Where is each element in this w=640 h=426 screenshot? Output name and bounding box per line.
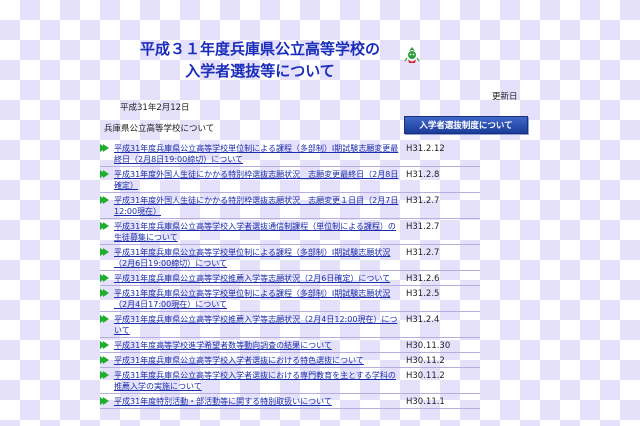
- hyogo-mascot-icon: [404, 47, 420, 63]
- news-date: H30.11.30: [406, 341, 451, 351]
- list-item: 平成31年度兵庫県公立高等学校入学者選抜における専門教育を主とする学科の推薦入学…: [100, 368, 480, 394]
- page: 平成３１年度兵庫県公立高等学校の 入学者選抜等について 更新日 平成31年2月1…: [0, 0, 640, 426]
- news-date: H31.2.7: [406, 248, 440, 258]
- double-arrow-icon: [100, 289, 109, 297]
- double-arrow-icon: [100, 274, 109, 282]
- list-item: 平成31年度特別活動・部活動等に関する特別取扱いについて H30.11.1: [100, 394, 480, 409]
- double-arrow-icon: [100, 356, 109, 364]
- news-date: H31.2.4: [406, 315, 440, 325]
- section-title: 兵庫県公立高等学校について: [104, 124, 215, 134]
- news-link[interactable]: 平成31年度兵庫県公立高等学校入学者選抜における特色選抜について: [114, 355, 400, 366]
- double-arrow-icon: [100, 222, 109, 230]
- news-link[interactable]: 平成31年度兵庫県公立高等学校単位制による課程（多部制）Ⅰ期試験志願状況（2月4…: [114, 288, 400, 310]
- news-date: H31.2.8: [406, 170, 440, 180]
- list-item: 平成31年度兵庫県公立高等学校単位制による課程（多部制）Ⅰ期試験志願状況（2月6…: [100, 245, 480, 271]
- news-link[interactable]: 平成31年度兵庫県公立高等学校入学者選抜における専門教育を主とする学科の推薦入学…: [114, 370, 400, 392]
- double-arrow-icon: [100, 397, 109, 405]
- publish-date: 平成31年2月12日: [120, 103, 190, 113]
- double-arrow-icon: [100, 341, 109, 349]
- news-date: H31.2.7: [406, 222, 440, 232]
- double-arrow-icon: [100, 144, 109, 152]
- list-item: 平成31年度兵庫県公立高等学校入学者選抜における特色選抜について H30.11.2: [100, 353, 480, 368]
- news-date: H31.2.12: [406, 144, 445, 154]
- news-link[interactable]: 平成31年度兵庫県公立高等学校推薦入学等志願状況（2月6日確定）について: [114, 273, 400, 284]
- news-list: 平成31年度兵庫県公立高等学校単位制による課程（多部制）Ⅰ期試験志願変更最終日（…: [100, 141, 480, 409]
- news-link[interactable]: 平成31年度兵庫県公立高等学校単位制による課程（多部制）Ⅰ期試験志願状況（2月6…: [114, 247, 400, 269]
- news-date: H30.11.2: [406, 356, 445, 366]
- list-item: 平成31年度兵庫県公立高等学校単位制による課程（多部制）Ⅰ期試験志願状況（2月4…: [100, 286, 480, 312]
- news-link[interactable]: 平成31年度外国人生徒にかかる特別枠選抜志願状況 志願変更１日目（2月7日12:…: [114, 195, 400, 217]
- news-date: H30.11.2: [406, 371, 445, 381]
- double-arrow-icon: [100, 371, 109, 379]
- double-arrow-icon: [100, 315, 109, 323]
- news-date: H31.2.5: [406, 289, 440, 299]
- list-item: 平成31年度兵庫県公立高等学校推薦入学等志願状況（2月4日12:00現在）につい…: [100, 312, 480, 338]
- page-title: 平成３１年度兵庫県公立高等学校の 入学者選抜等について: [110, 38, 410, 82]
- news-date: H31.2.6: [406, 274, 440, 284]
- list-item: 平成31年度兵庫県公立高等学校入学者選抜通信制課程（単位制による課程）の生徒募集…: [100, 219, 480, 245]
- news-link[interactable]: 平成31年度兵庫県公立高等学校単位制による課程（多部制）Ⅰ期試験志願変更最終日（…: [114, 143, 400, 165]
- double-arrow-icon: [100, 170, 109, 178]
- news-link[interactable]: 平成31年度兵庫県公立高等学校推薦入学等志願状況（2月4日12:00現在）につい…: [114, 314, 400, 336]
- news-date: H30.11.1: [406, 397, 445, 407]
- list-item: 平成31年度外国人生徒にかかる特別枠選抜志願状況 志願変更最終日（2月8日確定）…: [100, 167, 480, 193]
- news-link[interactable]: 平成31年度兵庫県公立高等学校入学者選抜通信制課程（単位制による課程）の生徒募集…: [114, 221, 400, 243]
- admission-system-banner[interactable]: 入学者選抜制度について: [404, 116, 528, 134]
- title-line-1: 平成３１年度兵庫県公立高等学校の: [139, 40, 380, 58]
- list-item: 平成31年度兵庫県公立高等学校推薦入学等志願状況（2月6日確定）について H31.…: [100, 271, 480, 286]
- list-item: 平成31年度高等学校進学希望者数等動向調査の結果について H30.11.30: [100, 338, 480, 353]
- list-item: 平成31年度外国人生徒にかかる特別枠選抜志願状況 志願変更１日目（2月7日12:…: [100, 193, 480, 219]
- double-arrow-icon: [100, 248, 109, 256]
- news-link[interactable]: 平成31年度高等学校進学希望者数等動向調査の結果について: [114, 340, 400, 351]
- double-arrow-icon: [100, 196, 109, 204]
- news-link[interactable]: 平成31年度外国人生徒にかかる特別枠選抜志願状況 志願変更最終日（2月8日確定）: [114, 169, 400, 191]
- update-date-header: 更新日: [492, 92, 518, 102]
- title-line-2: 入学者選抜等について: [185, 62, 335, 80]
- news-link[interactable]: 平成31年度特別活動・部活動等に関する特別取扱いについて: [114, 396, 400, 407]
- list-item: 平成31年度兵庫県公立高等学校単位制による課程（多部制）Ⅰ期試験志願変更最終日（…: [100, 141, 480, 167]
- news-date: H31.2.7: [406, 196, 440, 206]
